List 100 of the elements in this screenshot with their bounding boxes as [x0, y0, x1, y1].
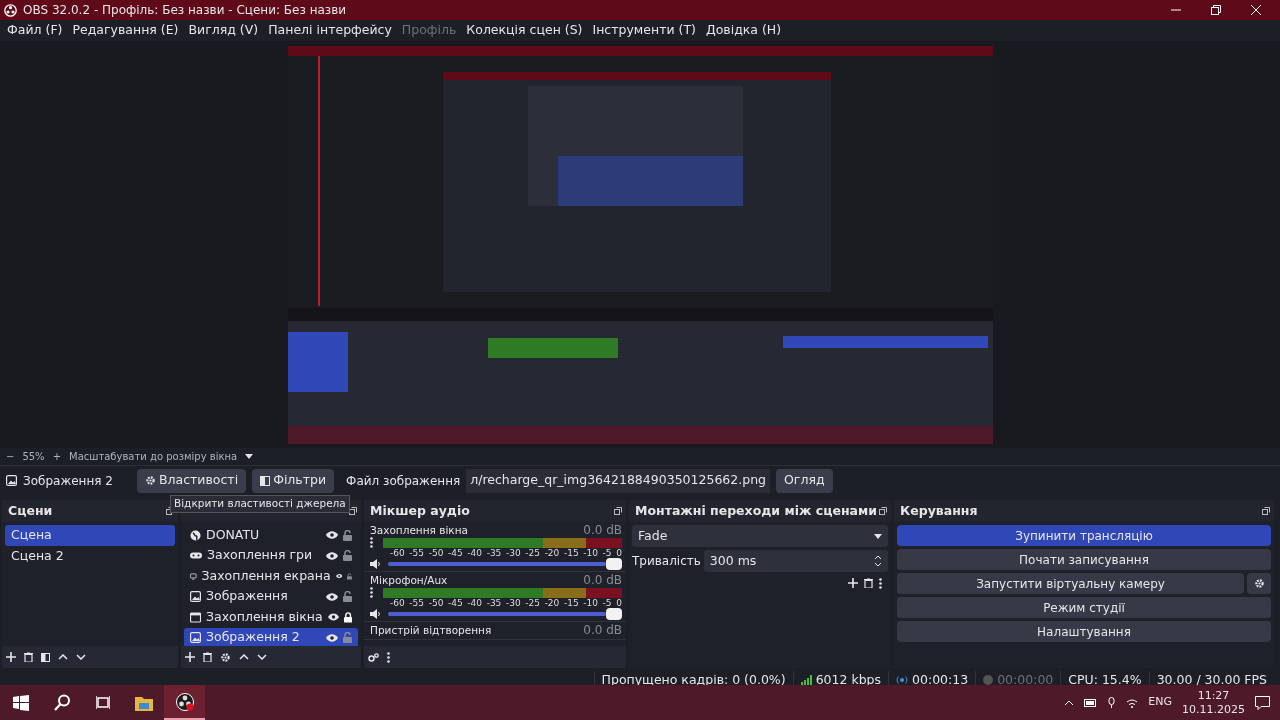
menu-item[interactable]: Вигляд (V) [183, 21, 264, 40]
transition-dropdown[interactable]: Fade [632, 525, 888, 547]
zoom-out-button[interactable]: − [6, 449, 15, 464]
control-button[interactable]: Почати записування [897, 549, 1271, 570]
duration-field[interactable]: 300 ms [703, 550, 888, 572]
undock-icon[interactable] [349, 507, 357, 515]
window-title: OBS 32.0.2 - Профіль: Без назви - Сцени: Без назви [23, 2, 347, 19]
menu-item[interactable]: Довідка (H) [700, 21, 787, 40]
control-button[interactable]: Зупинити трансляцію [897, 525, 1271, 546]
task-view-icon[interactable] [95, 695, 110, 710]
keyboard-language[interactable]: ENG [1148, 694, 1172, 711]
control-button[interactable]: Режим студії [897, 597, 1271, 618]
clock-time[interactable]: 11:27 [1182, 688, 1245, 703]
eye-icon[interactable] [326, 633, 338, 642]
wifi-icon[interactable] [1126, 697, 1139, 708]
menu-item[interactable]: Інструменти (T) [587, 21, 701, 40]
microphone-icon[interactable] [1107, 697, 1117, 708]
menu-item[interactable]: Редагування (E) [67, 21, 184, 40]
image-icon [190, 632, 201, 644]
scene-item[interactable]: Сцена [5, 525, 175, 546]
eye-icon[interactable] [326, 551, 338, 560]
gears-icon[interactable] [368, 652, 379, 662]
menu-dots-icon[interactable] [370, 587, 373, 598]
unlocked-lock-icon[interactable] [343, 550, 352, 562]
meter-scale-label: -25 [525, 598, 540, 608]
unlocked-lock-icon[interactable] [343, 591, 352, 603]
eye-icon[interactable] [335, 572, 343, 581]
volume-slider-thumb[interactable] [606, 557, 622, 570]
source-item[interactable]: Захоплення екрана [184, 566, 358, 587]
chevron-up-icon[interactable] [1064, 699, 1075, 706]
filter-icon[interactable] [41, 652, 50, 662]
menu-item[interactable]: Колекція сцен (S) [461, 21, 588, 40]
globe-icon [190, 529, 201, 541]
field-label: Файл зображення [346, 472, 461, 490]
menu-dots-icon[interactable] [370, 537, 373, 548]
zoom-fit-dropdown[interactable]: Масштабувати до розміру вікна [69, 449, 238, 464]
undock-icon[interactable] [1262, 507, 1270, 515]
image-icon [190, 591, 201, 603]
battery-icon[interactable] [1084, 698, 1098, 707]
eye-icon[interactable] [326, 592, 338, 601]
menu-item[interactable]: Панелі інтерфейсу [263, 21, 397, 40]
scene-item[interactable]: Сцена 2 [5, 546, 175, 567]
caret-icon [874, 533, 882, 539]
source-label: Захоплення вікна [206, 607, 323, 626]
speaker-icon[interactable] [370, 558, 381, 569]
caret-icon[interactable] [245, 454, 254, 459]
gear-icon [1253, 578, 1265, 589]
menu-item[interactable]: Файл (F) [2, 21, 68, 40]
speaker-icon[interactable] [370, 608, 381, 619]
unlocked-lock-icon[interactable] [347, 570, 352, 582]
lock-icon[interactable] [343, 611, 352, 623]
add-icon[interactable] [6, 652, 16, 662]
start-icon[interactable] [12, 694, 29, 711]
delete-icon[interactable] [864, 578, 873, 588]
volume-slider-thumb[interactable] [606, 607, 622, 620]
source-label: DONATU [206, 525, 261, 544]
add-icon[interactable] [848, 578, 858, 588]
delete-icon[interactable] [24, 652, 33, 662]
meter-scale-label: -40 [467, 598, 482, 608]
source-label: Захоплення гри [207, 546, 314, 565]
source-item[interactable]: DONATU [184, 525, 358, 546]
meter-scale-label: -15 [563, 598, 579, 608]
eye-icon[interactable] [326, 531, 338, 540]
search-icon[interactable] [53, 694, 70, 711]
menu-dots-icon[interactable] [879, 578, 882, 589]
undock-icon[interactable] [614, 507, 622, 515]
meter-scale-label: -30 [505, 548, 521, 558]
properties-button[interactable]: Властивості [136, 468, 247, 493]
control-button[interactable]: Запустити віртуальну камеру [897, 573, 1244, 594]
source-name: Зображення 2 [23, 472, 113, 490]
settings-icon[interactable] [220, 651, 231, 663]
add-icon[interactable] [185, 652, 195, 662]
restore-icon [1211, 5, 1221, 15]
volume-slider-fill[interactable] [388, 561, 606, 566]
clock-date[interactable]: 10.11.2025 [1182, 702, 1245, 717]
notification-icon[interactable] [1255, 695, 1270, 710]
source-item[interactable]: Зображення 2 [184, 627, 358, 646]
source-item[interactable]: Захоплення гри [184, 545, 358, 566]
eye-icon[interactable] [327, 613, 339, 622]
meter-scale-label: -45 [448, 548, 463, 558]
app-logo-icon [4, 3, 17, 17]
menu-dots-icon[interactable] [387, 651, 390, 663]
undock-icon[interactable] [879, 507, 887, 515]
delete-icon[interactable] [203, 652, 212, 662]
meter-scale-label: -15 [563, 548, 579, 558]
meter-scale-label: -55 [409, 598, 425, 608]
app-logo-icon[interactable] [175, 692, 194, 711]
unlocked-lock-icon[interactable] [343, 529, 352, 541]
browse-button[interactable]: Огляд [776, 468, 833, 493]
control-button[interactable]: Налаштування [897, 621, 1271, 642]
folder-icon[interactable] [134, 694, 153, 711]
settings-button[interactable] [1247, 573, 1271, 594]
volume-slider-fill[interactable] [388, 611, 606, 616]
meter-scale-label: -35 [486, 548, 502, 558]
zoom-in-button[interactable]: + [52, 449, 61, 464]
file-path-field[interactable]: л/recharge_qr_img3642188490350125662.png [466, 468, 771, 493]
filters-button[interactable]: Фільтри [252, 468, 335, 493]
source-item[interactable]: Захоплення вікна [184, 607, 358, 628]
source-item[interactable]: Зображення [184, 586, 358, 607]
volume-reading: 0.0 dB [583, 573, 622, 587]
